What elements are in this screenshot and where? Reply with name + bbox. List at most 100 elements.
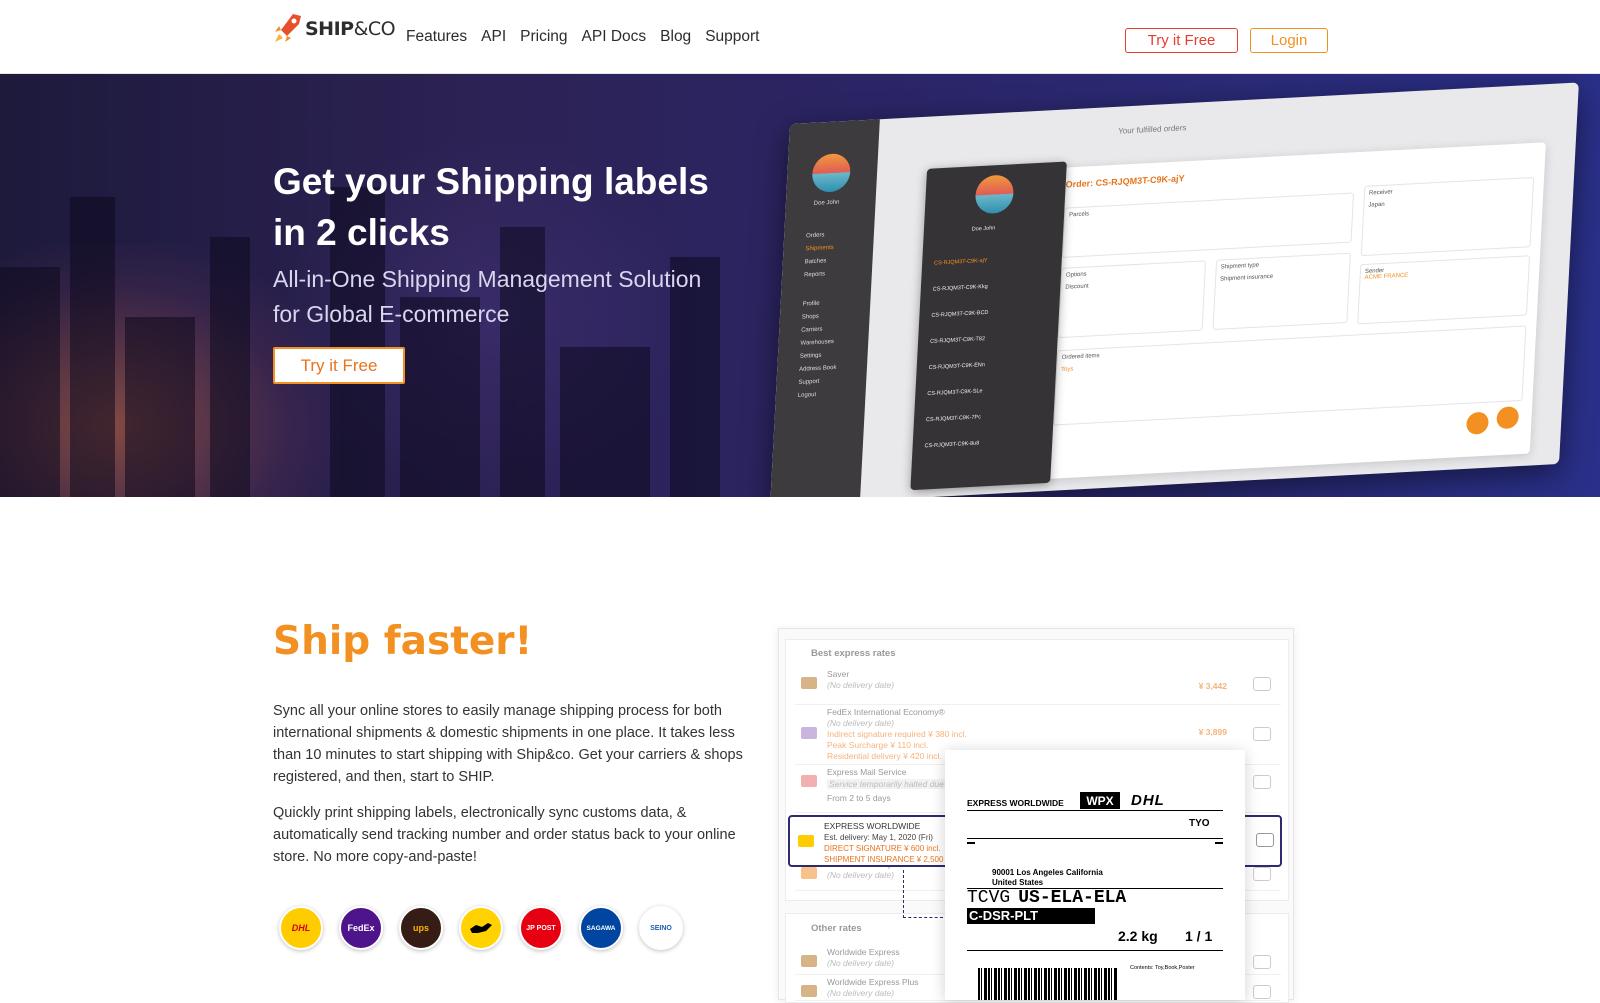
fedex-icon (801, 727, 817, 739)
barcode (978, 968, 1118, 1000)
dhl-logo-icon: DHL (1131, 792, 1165, 809)
app-sidebar: Doe John Orders Shipments Batches Report… (770, 119, 880, 497)
app-nav-warehouses: Warehouses (800, 338, 835, 347)
label-weight: 2.2 kg (1118, 928, 1158, 944)
label-rule (967, 838, 1223, 839)
selected-rate-name: EXPRESS WORLDWIDE (824, 821, 921, 831)
skyline-building (0, 267, 60, 497)
printer-icon[interactable] (1253, 677, 1271, 691)
rate-name: Express Mail Service (827, 767, 907, 777)
label-origin: TYO (1189, 818, 1210, 829)
app-list-user: Doe John (971, 225, 996, 233)
nav-api[interactable]: API (481, 28, 506, 46)
app-nav-shops: Shops (801, 313, 819, 321)
rate-sub: (No delivery date) (827, 988, 895, 998)
hero-subtitle: All-in-One Shipping Management Solution f… (273, 266, 702, 327)
hero-try-free-button[interactable]: Try it Free (273, 347, 405, 384)
rate-note: Indirect signature required ¥ 380 incl. (827, 729, 967, 739)
app-window: Doe John Orders Shipments Batches Report… (770, 82, 1579, 497)
app-nav-orders: Orders (805, 232, 825, 240)
dhl-logo-icon: DHL (279, 906, 323, 950)
app-order-item: CS-RJQM3T-C9K-7Pc (925, 414, 982, 424)
label-contents: Contents: Toy,Book,Poster (1130, 965, 1195, 971)
dhl-icon (798, 835, 814, 847)
rate-price: ¥ 3,442 (1198, 681, 1227, 691)
app-nav-reports: Reports (803, 271, 826, 279)
carrier-logos: DHL FedEx ups JP POST SAGAWA SEINO (279, 906, 683, 950)
rate-sub: (No delivery date) (827, 958, 895, 968)
try-free-button[interactable]: Try it Free (1125, 28, 1238, 53)
app-order-item: CS-RJQM3T-C9K-BCD (931, 309, 989, 319)
app-order-title: Order: CS-RJQM3T-C9K-ajY (1065, 173, 1185, 190)
nav-features[interactable]: Features (406, 28, 467, 46)
app-nav-profile: Profile (802, 300, 820, 308)
selected-rate-signature: DIRECT SIGNATURE ¥ 600 incl. (824, 844, 941, 853)
rate-name: Saver (827, 669, 850, 679)
nav-pricing[interactable]: Pricing (520, 28, 567, 46)
rate-note: Residential delivery ¥ 420 incl. (827, 751, 942, 761)
hero-banner: Get your Shipping labels in 2 clicks All-… (0, 74, 1600, 497)
label-rule (967, 810, 1223, 811)
yamato-logo-icon (459, 906, 503, 950)
label-corner (967, 842, 975, 844)
app-nav-address-book: Address Book (798, 364, 837, 373)
printer-icon[interactable] (1253, 727, 1271, 741)
skyline-building (125, 317, 195, 497)
skyline-building (210, 237, 250, 497)
jp-post-icon (801, 775, 817, 787)
printer-icon[interactable] (1253, 867, 1271, 881)
rocket-icon (273, 12, 303, 46)
nav-blog[interactable]: Blog (660, 28, 691, 46)
ups-icon (801, 985, 817, 997)
top-navbar: SHIP&CO Features API Pricing API Docs Bl… (0, 0, 1600, 74)
app-order-item: CS-RJQM3T-C9K-ajY (933, 257, 988, 267)
app-parcels-box: Parcels (1061, 192, 1355, 258)
ups-icon (801, 677, 817, 689)
app-nav-carriers: Carriers (800, 326, 823, 334)
label-pieces: 1 / 1 (1185, 928, 1213, 944)
rate-sub: (No delivery date) (827, 680, 895, 690)
rocket-icon (801, 867, 817, 879)
other-rates-title: Other rates (811, 923, 862, 934)
selected-rate-est: Est. delivery: May 1, 2020 (Fri) (824, 833, 933, 842)
rate-sub: (No delivery date) (827, 870, 895, 880)
main-nav: Features API Pricing API Docs Blog Suppo… (406, 28, 759, 46)
printer-icon[interactable] (1256, 833, 1274, 847)
app-nav-batches: Batches (804, 258, 827, 266)
app-print-fab (1465, 411, 1490, 435)
skyline-building (70, 197, 115, 497)
logo[interactable]: SHIP&CO (273, 12, 396, 46)
app-order-item: CS-RJQM3T-C9K-8u8 (924, 440, 980, 450)
section-paragraph-1: Sync all your online stores to easily ma… (273, 703, 743, 785)
label-rule (967, 950, 1223, 951)
rate-note: From 2 to 5 days (827, 793, 891, 803)
app-options-box: Options Discount (1057, 260, 1207, 339)
login-button[interactable]: Login (1250, 28, 1328, 53)
avatar (811, 152, 852, 193)
app-order-list: Doe John CS-RJQM3T-C9K-ajY CS-RJQM3T-C9K… (910, 161, 1067, 491)
rate-row[interactable]: Saver (No delivery date) ¥ 3,442 (795, 669, 1281, 705)
printer-icon[interactable] (1253, 985, 1271, 999)
japan-post-logo-icon: JP POST (519, 906, 563, 950)
app-order-item: CS-RJQM3T-C9K-Kkg (932, 283, 988, 293)
printer-icon[interactable] (1253, 775, 1271, 789)
label-service: EXPRESS WORLDWIDE (967, 798, 1064, 808)
dashed-arrow (903, 870, 943, 918)
printer-icon[interactable] (1253, 955, 1271, 969)
shipping-label: EXPRESS WORLDWIDE WPX DHL TYO 90001 Los … (945, 750, 1245, 1000)
label-corner (1215, 842, 1223, 844)
rate-name: FedEx International Economy® (827, 707, 945, 717)
rate-name: Worldwide Express (827, 947, 900, 957)
nav-api-docs[interactable]: API Docs (582, 28, 647, 46)
app-nav-shipments: Shipments (805, 244, 834, 253)
nav-support[interactable]: Support (705, 28, 759, 46)
app-ordered-items-box: Ordered items Toys (1053, 325, 1527, 426)
selected-rate-insurance: SHIPMENT INSURANCE ¥ 2,500 in (824, 855, 952, 864)
app-receiver-box: Receiver Japan (1360, 176, 1535, 257)
app-order-item: CS-RJQM3T-C9K-T82 (929, 336, 986, 345)
app-nav-settings: Settings (799, 352, 822, 360)
seino-logo-icon: SEINO (639, 906, 683, 950)
fedex-logo-icon: FedEx (339, 906, 383, 950)
skyline-building (560, 347, 650, 497)
sagawa-logo-icon: SAGAWA (579, 906, 623, 950)
